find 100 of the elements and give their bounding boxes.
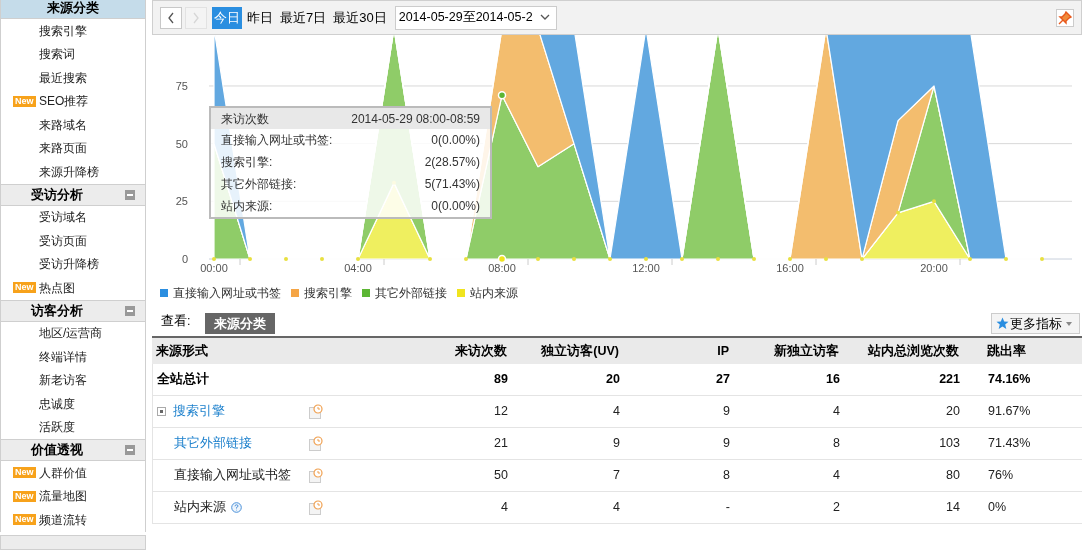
- sidebar-item[interactable]: 终端详情: [39, 347, 87, 366]
- table-cell-text: 4: [833, 467, 840, 485]
- table-cell-text: 20: [946, 403, 960, 421]
- tooltip-time: 2014-05-29 08:00-08:59: [351, 110, 480, 128]
- column-header[interactable]: IP: [717, 341, 729, 361]
- table-cell-text: 7: [613, 467, 620, 485]
- tooltip-title: 来访次数: [221, 110, 269, 128]
- legend-label[interactable]: 搜索引擎: [304, 284, 352, 302]
- new-badge: New: [13, 514, 36, 525]
- chevron-right-icon: [192, 11, 200, 24]
- sidebar-item[interactable]: 新老访客: [39, 371, 87, 390]
- sidebar-item[interactable]: 忠诚度: [39, 394, 75, 413]
- table-cell-text: 4: [613, 403, 620, 421]
- tooltip-value: 2(28.57%): [424, 154, 480, 171]
- table-cell-text: 27: [716, 371, 730, 389]
- date-field[interactable]: 2014-05-29至2014-05-2: [394, 5, 557, 30]
- table-cell-text: 21: [494, 435, 508, 453]
- legend-label[interactable]: 其它外部链接: [375, 284, 447, 302]
- table-cell-text: 4: [501, 499, 508, 517]
- table-cell-text: 50: [494, 467, 508, 485]
- column-header[interactable]: 独立访客(UV): [541, 341, 619, 361]
- column-header[interactable]: 跳出率: [987, 341, 1026, 361]
- axis-label: 12:00: [632, 262, 660, 274]
- table-cell-text: 9: [613, 435, 620, 453]
- more-metrics-button[interactable]: 更多指标: [991, 313, 1080, 334]
- column-header[interactable]: 新独立访客: [774, 341, 839, 361]
- help-icon[interactable]: [231, 502, 242, 513]
- legend-label[interactable]: 站内来源: [470, 284, 518, 302]
- sidebar-item[interactable]: 人群价值: [39, 463, 87, 482]
- legend-label[interactable]: 直接输入网址或书签: [173, 284, 281, 302]
- source-link[interactable]: 其它外部链接: [174, 434, 252, 453]
- chevron-left-icon: [167, 11, 175, 24]
- table-cell-text: 全站总计: [157, 371, 209, 389]
- sidebar-item[interactable]: 搜索词: [39, 45, 75, 64]
- table-cell-text: 12: [494, 403, 508, 421]
- axis-label: 75: [175, 79, 188, 92]
- section-header[interactable]: 访客分析: [0, 299, 146, 322]
- column-header[interactable]: 站内总浏览次数: [868, 341, 959, 361]
- report-clock-icon[interactable]: [309, 468, 323, 483]
- section-header[interactable]: 来源分类: [0, 0, 146, 19]
- source-link[interactable]: 搜索引擎: [173, 402, 225, 421]
- table-cell-text: 221: [939, 371, 960, 389]
- section-header[interactable]: 价值透视: [0, 439, 146, 461]
- axis-label: 16:00: [776, 262, 804, 274]
- sidebar-item[interactable]: 受访升降榜: [39, 255, 99, 274]
- table-cell-text: 14: [946, 499, 960, 517]
- sidebar-item[interactable]: SEO推荐: [39, 92, 89, 111]
- collapse-icon[interactable]: [125, 305, 135, 316]
- sidebar-item[interactable]: 搜索引擎: [39, 21, 87, 40]
- tooltip-label: 直接输入网址或书签:: [221, 132, 333, 149]
- axis-label: 00:00: [200, 262, 228, 274]
- sidebar-item[interactable]: 最近搜索: [39, 68, 87, 87]
- caret-icon: [1063, 319, 1075, 328]
- table-cell-text: 9: [723, 403, 730, 421]
- sidebar-item[interactable]: 来源升降榜: [39, 162, 99, 181]
- chevron-down-icon: [539, 14, 550, 21]
- axis-label: 25: [175, 195, 188, 208]
- table-cell-text: 103: [939, 435, 960, 453]
- axis-label: 50: [175, 137, 188, 150]
- sidebar-item[interactable]: 地区/运营商: [39, 324, 103, 343]
- table-cell-text: 2: [833, 499, 840, 517]
- table-cell-text: -: [725, 499, 730, 517]
- table-cell-text: 16: [826, 371, 840, 389]
- sidebar-item[interactable]: 活跃度: [39, 418, 75, 437]
- table-cell-text: 91.67%: [988, 403, 1031, 421]
- previous-button[interactable]: [160, 6, 182, 29]
- table-cell-text: 直接输入网址或书签: [174, 467, 291, 485]
- new-badge: New: [13, 490, 36, 502]
- date-range-tab[interactable]: 最近7日: [278, 6, 329, 29]
- section-header[interactable]: 受访分析: [0, 183, 146, 206]
- table-cell-text: 4: [833, 403, 840, 421]
- tooltip-value: 5(71.43%): [424, 176, 480, 193]
- column-header[interactable]: 来源形式: [156, 341, 208, 361]
- sidebar-item[interactable]: 热点图: [39, 278, 75, 297]
- sidebar-item[interactable]: 来路页面: [39, 139, 87, 158]
- sidebar-item[interactable]: 受访页面: [39, 231, 87, 250]
- sidebar-item[interactable]: 频道流转: [39, 510, 87, 529]
- sidebar-item[interactable]: 来路域名: [39, 115, 87, 134]
- view-tab[interactable]: 来源分类: [205, 313, 276, 334]
- report-clock-icon[interactable]: [309, 436, 323, 451]
- table-cell-text: 4: [613, 499, 620, 517]
- date-range-tab[interactable]: 昨日: [245, 6, 275, 29]
- view-label: 查看:: [161, 313, 191, 331]
- date-range-tab[interactable]: 最近30日: [331, 6, 389, 29]
- collapse-icon[interactable]: [125, 189, 135, 200]
- collapse-icon[interactable]: [125, 445, 135, 455]
- table-cell-text: 71.43%: [988, 435, 1031, 453]
- column-header[interactable]: 来访次数: [455, 341, 507, 361]
- table-cell-text: 站内来源: [174, 499, 226, 517]
- new-badge: New: [13, 95, 36, 107]
- expand-icon[interactable]: [157, 407, 166, 416]
- pin-button[interactable]: [1056, 8, 1074, 27]
- sidebar-item[interactable]: 流量地图: [39, 487, 87, 506]
- tooltip-label: 搜索引擎:: [221, 154, 273, 171]
- axis-label: 0: [181, 253, 188, 265]
- report-clock-icon[interactable]: [309, 404, 323, 419]
- report-clock-icon[interactable]: [309, 500, 323, 515]
- new-badge: New: [13, 282, 36, 293]
- sidebar-item[interactable]: 受访域名: [39, 208, 87, 227]
- tooltip-label: 其它外部链接:: [221, 176, 297, 193]
